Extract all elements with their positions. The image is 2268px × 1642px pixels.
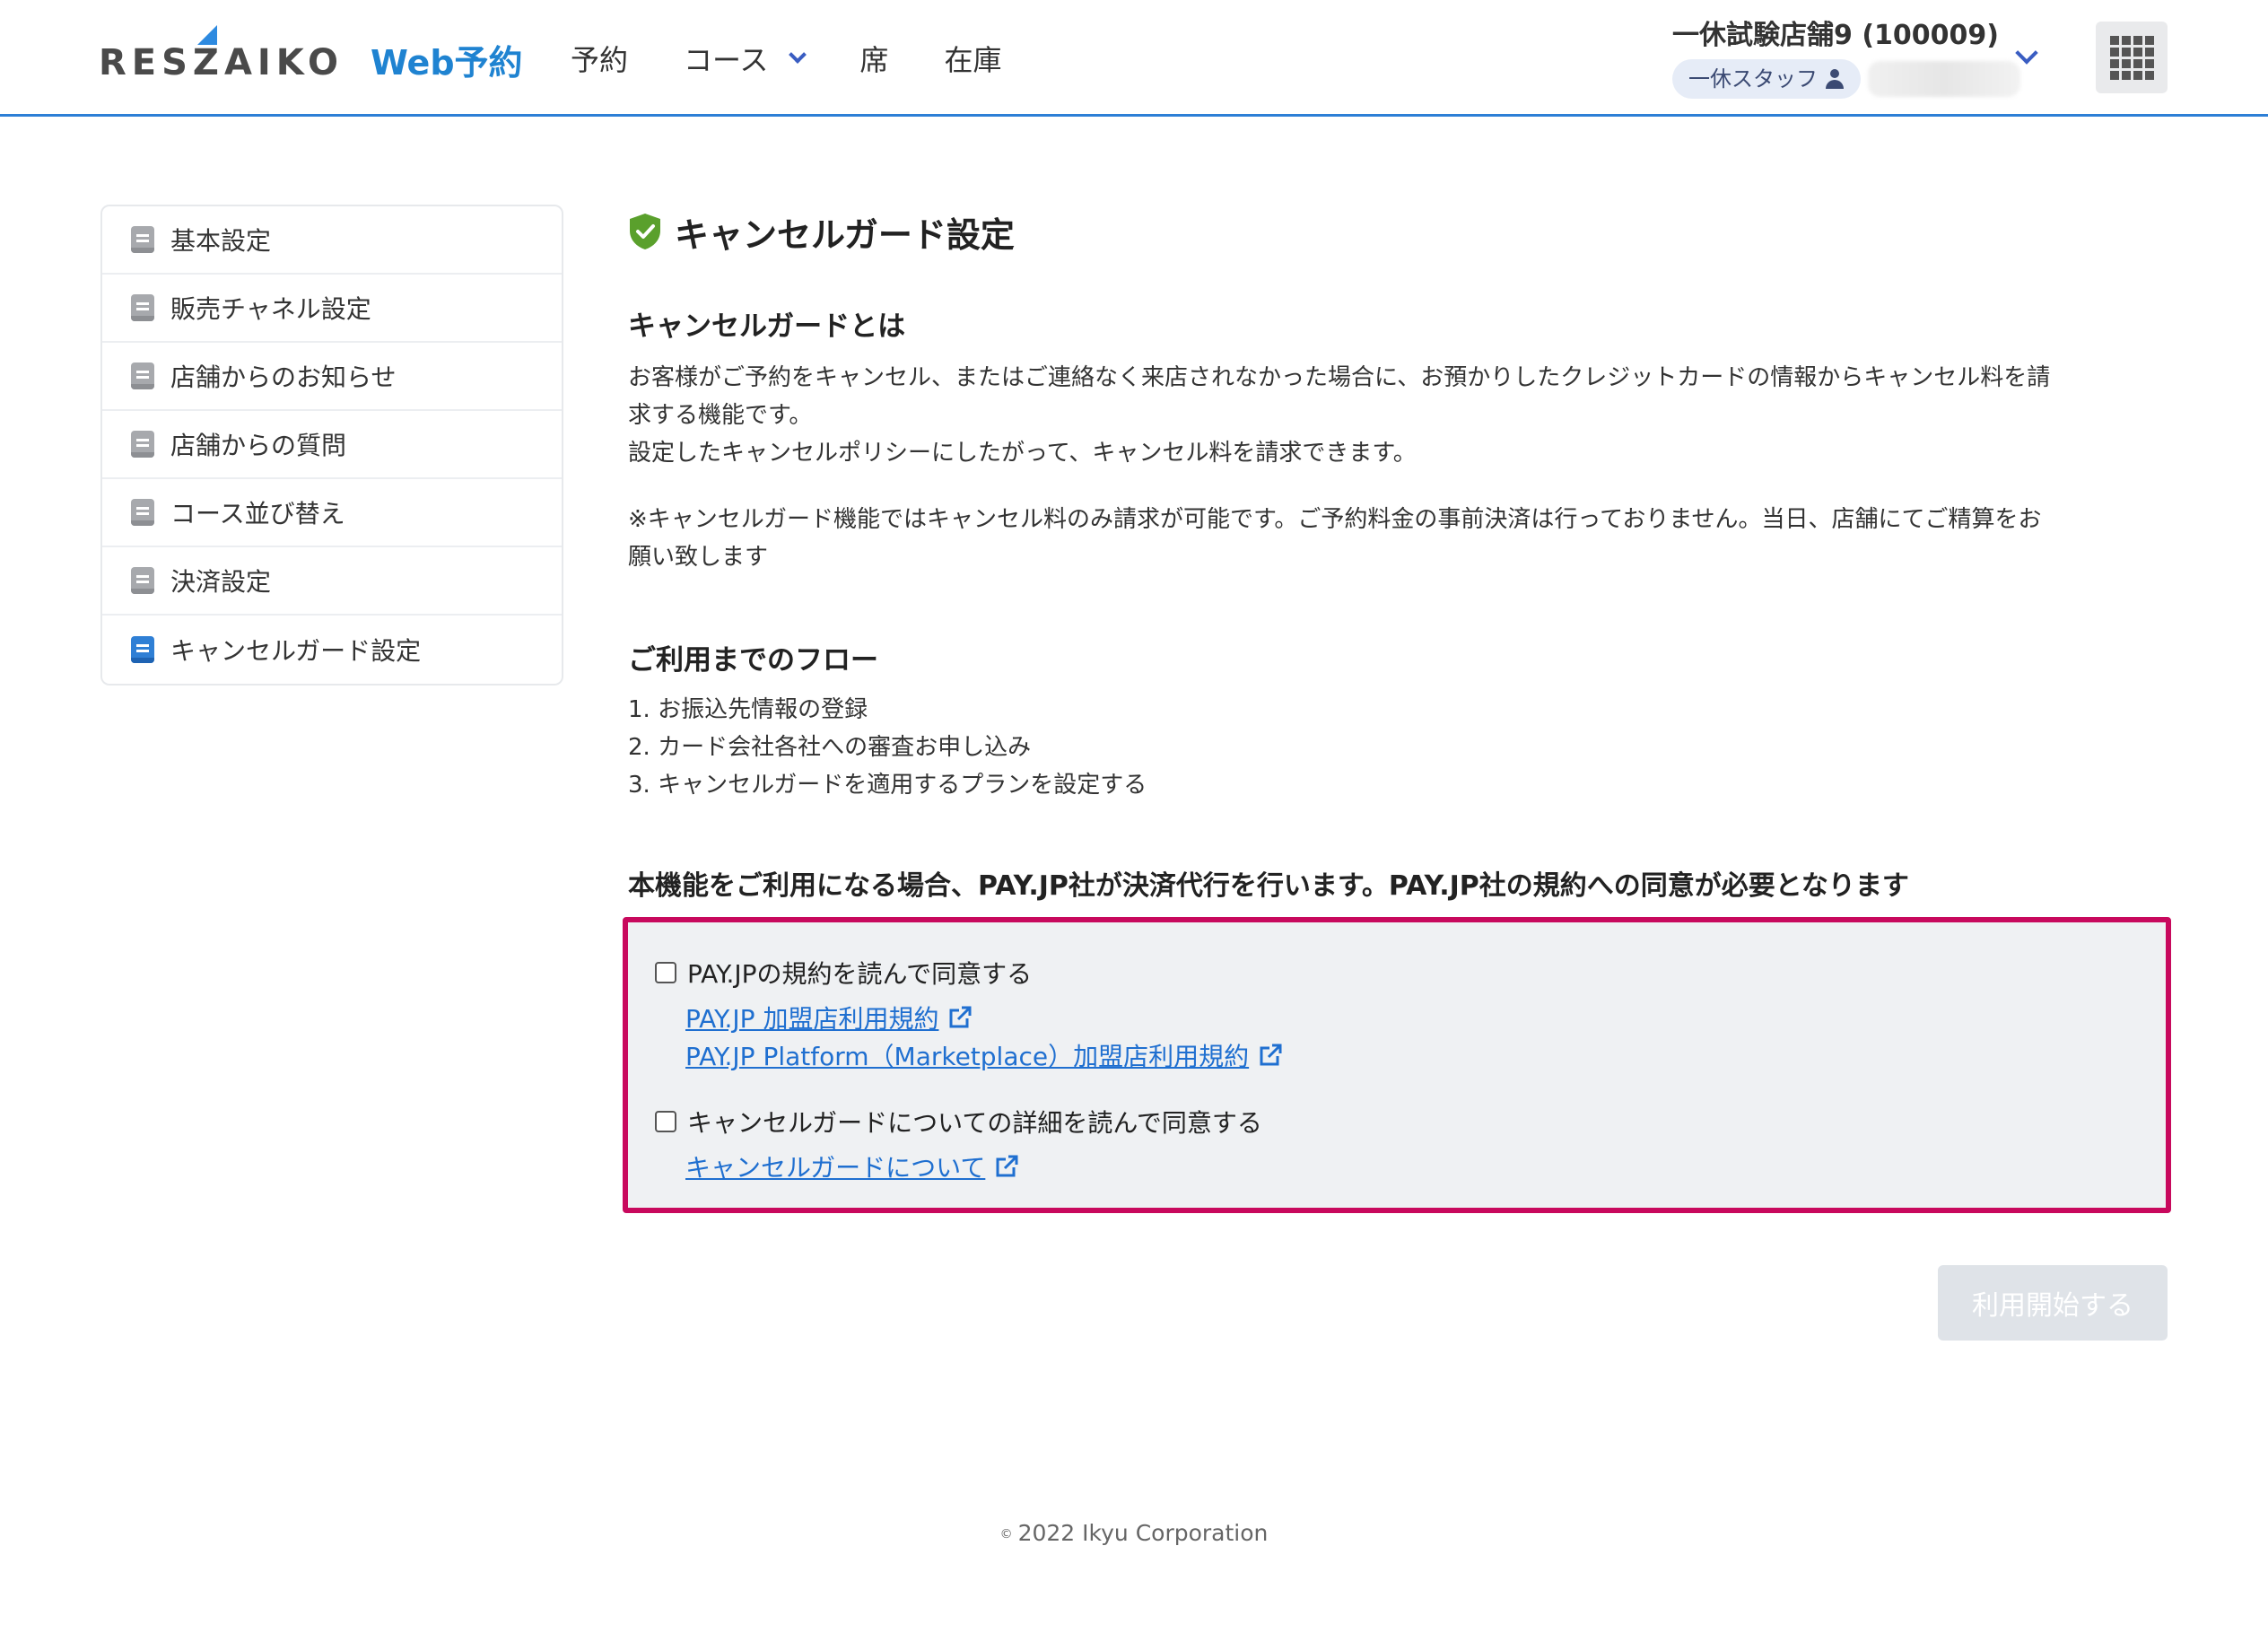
document-icon xyxy=(131,226,154,253)
staff-label: 一休スタッフ xyxy=(1688,66,1818,92)
link-text: キャンセルガードについて xyxy=(685,1153,986,1183)
grid-icon xyxy=(2121,58,2131,68)
external-link-icon xyxy=(996,1155,1018,1177)
nav-label: 予約 xyxy=(571,43,629,77)
cancelguard-agree-label: キャンセルガードについての詳細を読んで同意する xyxy=(687,1108,1262,1138)
about-line: お客様がご予約をキャンセル、またはご連絡なく来店されなかった場合に、お預かりした… xyxy=(628,364,2051,391)
nav-label: 在庫 xyxy=(944,43,1002,77)
grid-icon xyxy=(2144,70,2154,80)
payjp-notice: 本機能をご利用になる場合、PAY.JP社が決済代行を行います。PAY.JP社の規… xyxy=(628,870,1909,902)
payjp-agree-checkbox[interactable] xyxy=(655,962,676,983)
grid-icon xyxy=(2133,47,2142,57)
page-title-text: キャンセルガード設定 xyxy=(675,214,1015,255)
link-text: PAY.JP 加盟店利用規約 xyxy=(685,1004,939,1034)
payjp-merchant-terms-link[interactable]: PAY.JP 加盟店利用規約 xyxy=(685,1000,973,1035)
nav-item-course[interactable]: コース xyxy=(684,36,807,81)
page-title: キャンセルガード設定 xyxy=(628,205,2171,258)
sidebar-item-label: 店舗からの質問 xyxy=(170,431,347,460)
flow-step: 3. キャンセルガードを適用するプランを設定する xyxy=(628,772,1147,799)
chevron-down-icon xyxy=(789,46,807,64)
flow-steps: 1. お振込先情報の登録 2. カード会社各社への審査お申し込み 3. キャンセ… xyxy=(628,691,1147,804)
flow-step: 1. お振込先情報の登録 xyxy=(628,696,868,723)
grid-icon xyxy=(2144,58,2154,68)
apps-grid-button[interactable] xyxy=(2096,22,2168,93)
external-link-icon xyxy=(1260,1044,1282,1066)
note-line: ※キャンセルガード機能ではキャンセル料のみ請求が可能です。ご予約料金の事前決済は… xyxy=(628,506,2042,533)
staff-badge: 一休スタッフ xyxy=(1672,59,1861,99)
logo-text: RESZAIKO xyxy=(99,42,344,83)
external-link-icon xyxy=(949,1006,972,1028)
redacted-user-name xyxy=(1868,61,2020,97)
document-icon xyxy=(131,431,154,458)
document-icon xyxy=(131,362,154,389)
grid-icon xyxy=(2133,70,2142,80)
logo[interactable]: RESZAIKO Web予約 xyxy=(99,25,523,90)
logo-mark-icon xyxy=(197,25,217,45)
document-icon xyxy=(131,567,154,594)
sidebar-item-label: コース並び替え xyxy=(170,499,345,528)
payjp-agree-checkbox-row[interactable]: PAY.JPの規約を読んで同意する xyxy=(655,955,1032,991)
nav-item-reservation[interactable]: 予約 xyxy=(571,36,628,81)
grid-icon xyxy=(2109,47,2119,57)
sidebar-item-label: 販売チャネル設定 xyxy=(170,294,371,324)
app-header: RESZAIKO Web予約 予約 コース 席 在庫 一休試験店舗9 (1000… xyxy=(0,0,2268,117)
sidebar-item-label: 店舗からのお知らせ xyxy=(170,362,397,392)
cancelguard-about-link[interactable]: キャンセルガードについて xyxy=(685,1149,1019,1184)
sidebar-item-cancel-guard[interactable]: キャンセルガード設定 xyxy=(102,616,562,684)
grid-icon xyxy=(2121,35,2131,45)
grid-icon xyxy=(2121,47,2131,57)
grid-icon xyxy=(2109,35,2119,45)
grid-icon xyxy=(2109,70,2119,80)
start-using-button[interactable]: 利用開始する xyxy=(1938,1265,2168,1341)
link-text: PAY.JP Platform（Marketplace）加盟店利用規約 xyxy=(685,1042,1250,1071)
grid-icon xyxy=(2144,47,2154,57)
sidebar-item-label: 決済設定 xyxy=(170,567,272,597)
staff-row: 一休スタッフ xyxy=(1672,59,2020,99)
nav-label: 席 xyxy=(859,43,889,77)
sidebar-item-sales-channel[interactable]: 販売チャネル設定 xyxy=(102,275,562,343)
flow-title: ご利用までのフロー xyxy=(628,644,878,677)
shield-check-icon xyxy=(630,214,660,249)
sidebar-item-store-notice[interactable]: 店舗からのお知らせ xyxy=(102,343,562,411)
about-line: 設定したキャンセルポリシーにしたがって、キャンセル料を請求できます。 xyxy=(628,440,1417,467)
sidebar-item-course-order[interactable]: コース並び替え xyxy=(102,479,562,547)
document-icon xyxy=(131,294,154,321)
main-content: キャンセルガード設定 キャンセルガードとは お客様がご予約をキャンセル、またはご… xyxy=(628,205,2171,902)
flow-step: 2. カード会社各社への審査お申し込み xyxy=(628,734,1032,761)
nav-label: コース xyxy=(684,43,769,77)
copyright-text: 2022 Ikyu Corporation xyxy=(1017,1520,1269,1546)
grid-icon xyxy=(2144,35,2154,45)
note-line: 願い致します xyxy=(628,544,769,571)
sidebar-item-label: 基本設定 xyxy=(170,226,272,256)
about-line: 求する機能です。 xyxy=(628,402,813,429)
document-icon xyxy=(131,636,154,663)
sidebar-item-label: キャンセルガード設定 xyxy=(170,636,422,666)
logo-subtitle: Web予約 xyxy=(370,43,523,83)
settings-sidebar: 基本設定 販売チャネル設定 店舗からのお知らせ 店舗からの質問 コース並び替え … xyxy=(100,205,563,686)
agreement-panel: PAY.JPの規約を読んで同意する PAY.JP 加盟店利用規約 PAY.JP … xyxy=(623,917,2171,1213)
grid-icon xyxy=(2133,58,2142,68)
nav-item-stock[interactable]: 在庫 xyxy=(944,36,1001,81)
main-nav: 予約 コース 席 在庫 xyxy=(571,36,1057,81)
footer: © 2022 Ikyu Corporation xyxy=(0,1520,2268,1546)
copyright-icon: © xyxy=(999,1527,1013,1542)
payjp-agree-label: PAY.JPの規約を読んで同意する xyxy=(687,959,1033,989)
store-switcher[interactable]: 一休試験店舗9 (100009) 一休スタッフ xyxy=(1672,16,2020,99)
sidebar-item-basic-settings[interactable]: 基本設定 xyxy=(102,206,562,275)
about-description: お客様がご予約をキャンセル、またはご連絡なく来店されなかった場合に、お預かりした… xyxy=(628,359,2171,472)
person-icon xyxy=(1825,69,1845,89)
sidebar-item-payment-settings[interactable]: 決済設定 xyxy=(102,547,562,616)
nav-item-seat[interactable]: 席 xyxy=(859,36,888,81)
store-name: 一休試験店舗9 (100009) xyxy=(1672,20,1999,51)
about-title: キャンセルガードとは xyxy=(628,310,906,343)
cancelguard-agree-checkbox-row[interactable]: キャンセルガードについての詳細を読んで同意する xyxy=(655,1104,1262,1140)
grid-icon xyxy=(2109,58,2119,68)
document-icon xyxy=(131,499,154,526)
grid-icon xyxy=(2133,35,2142,45)
note-text: ※キャンセルガード機能ではキャンセル料のみ請求が可能です。ご予約料金の事前決済は… xyxy=(628,501,2171,576)
payjp-platform-terms-link[interactable]: PAY.JP Platform（Marketplace）加盟店利用規約 xyxy=(685,1037,1283,1073)
grid-icon xyxy=(2121,70,2131,80)
sidebar-item-store-questions[interactable]: 店舗からの質問 xyxy=(102,411,562,479)
cancelguard-agree-checkbox[interactable] xyxy=(655,1111,676,1132)
